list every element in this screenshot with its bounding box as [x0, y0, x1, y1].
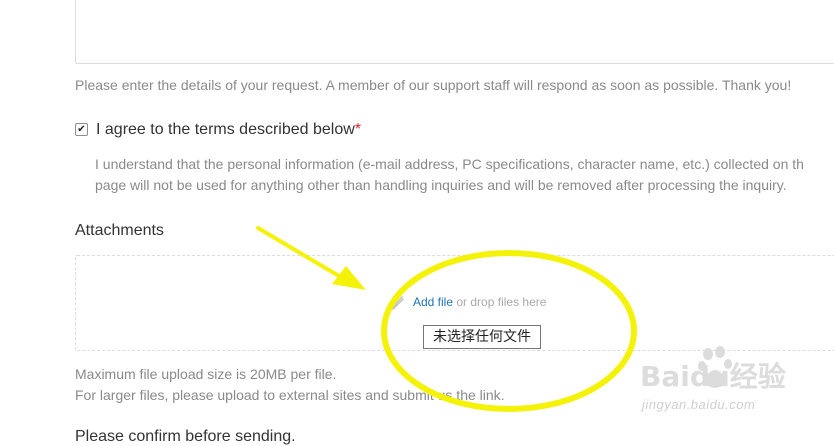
file-input-button[interactable]: 未选择任何文件 — [423, 325, 541, 349]
terms-description: I understand that the personal informati… — [95, 154, 834, 196]
add-file-row: Add file or drop files here — [413, 295, 546, 309]
attachments-heading: Attachments — [75, 222, 164, 239]
agree-terms-checkbox[interactable]: ✔ — [75, 123, 88, 136]
terms-description-line-1: I understand that the personal informati… — [95, 156, 804, 172]
upload-note-line-2: For larger files, please upload to exter… — [75, 387, 505, 403]
paperclip-icon — [390, 296, 404, 310]
agree-terms-label-text: I agree to the terms described below — [96, 121, 355, 138]
watermark-brand-text: Baidu经验 — [640, 360, 786, 393]
request-details-textarea[interactable] — [75, 0, 834, 64]
request-hint-text: Please enter the details of your request… — [75, 77, 792, 93]
add-file-link[interactable]: Add file — [413, 295, 453, 309]
agree-terms-label[interactable]: I agree to the terms described below* — [96, 121, 361, 139]
upload-size-note: Maximum file upload size is 20MB per fil… — [75, 364, 505, 406]
watermark-url: jingyan.baidu.com — [642, 397, 756, 412]
drop-files-text: or drop files here — [456, 295, 547, 309]
required-asterisk: * — [354, 121, 362, 138]
terms-description-line-2: page will not be used for anything other… — [95, 177, 787, 193]
next-section-heading: Please confirm before sending. — [75, 428, 296, 445]
upload-note-line-1: Maximum file upload size is 20MB per fil… — [75, 366, 337, 382]
